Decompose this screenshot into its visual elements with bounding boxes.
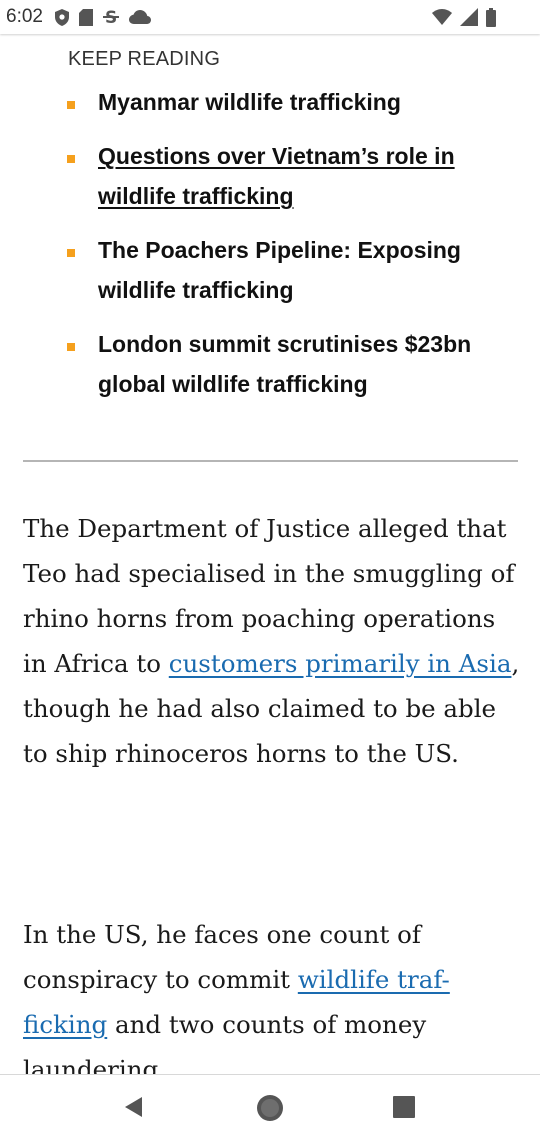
back-icon[interactable] [122, 1095, 146, 1119]
recents-icon[interactable] [393, 1096, 415, 1118]
wifi-icon [432, 9, 452, 25]
battery-icon [486, 7, 496, 27]
related-link-line1: Questions over Vietnam’s role in [98, 143, 455, 169]
article-content[interactable]: KEEP READING Myanmar wildlife traffickin… [0, 34, 540, 1074]
related-link-line2: wildlife trafficking [98, 277, 294, 303]
keep-reading-label: KEEP READING [68, 48, 221, 70]
status-bar: 6:02 S [0, 0, 540, 34]
related-link-vietnam[interactable]: Questions over Vietnam’s role in wildlif… [98, 136, 508, 216]
bullet-icon [67, 343, 75, 351]
related-link-line1: London summit scrutinises $23bn [98, 331, 472, 357]
bullet-icon [67, 101, 75, 109]
related-link-line1: The Poachers Pipeline: Exposing [98, 237, 461, 263]
navigation-bar [0, 1074, 540, 1141]
bullet-icon [67, 249, 75, 257]
article-paragraph: In the US, he faces one count of conspir… [23, 912, 523, 1074]
sd-card-icon [78, 8, 93, 26]
strikethrough-s-icon: S [102, 8, 119, 26]
related-link-london-summit[interactable]: London summit scrutinises $23bn global w… [98, 324, 508, 404]
section-divider [23, 460, 518, 462]
home-icon[interactable] [256, 1094, 284, 1122]
status-icons-right [432, 7, 496, 27]
status-icons-left: S [54, 8, 151, 26]
link-customers-primarily-in-asia[interactable]: customers primarily in Asia [169, 649, 512, 678]
status-time: 6:02 [6, 6, 43, 27]
related-link-line1: Myanmar wildlife trafficking [98, 89, 401, 115]
related-link-poachers-pipeline[interactable]: The Poachers Pipeline: Exposing wildlife… [98, 230, 508, 310]
related-link-line2: global wildlife trafficking [98, 371, 368, 397]
article-paragraph: The Department of Justice alleged that T… [23, 506, 523, 776]
cloud-icon [128, 10, 151, 24]
related-link-line2: wildlife trafficking [98, 183, 294, 209]
signal-icon [460, 8, 478, 26]
bullet-icon [67, 155, 75, 163]
related-link-myanmar[interactable]: Myanmar wildlife trafficking [98, 82, 508, 122]
shield-icon [54, 8, 69, 26]
